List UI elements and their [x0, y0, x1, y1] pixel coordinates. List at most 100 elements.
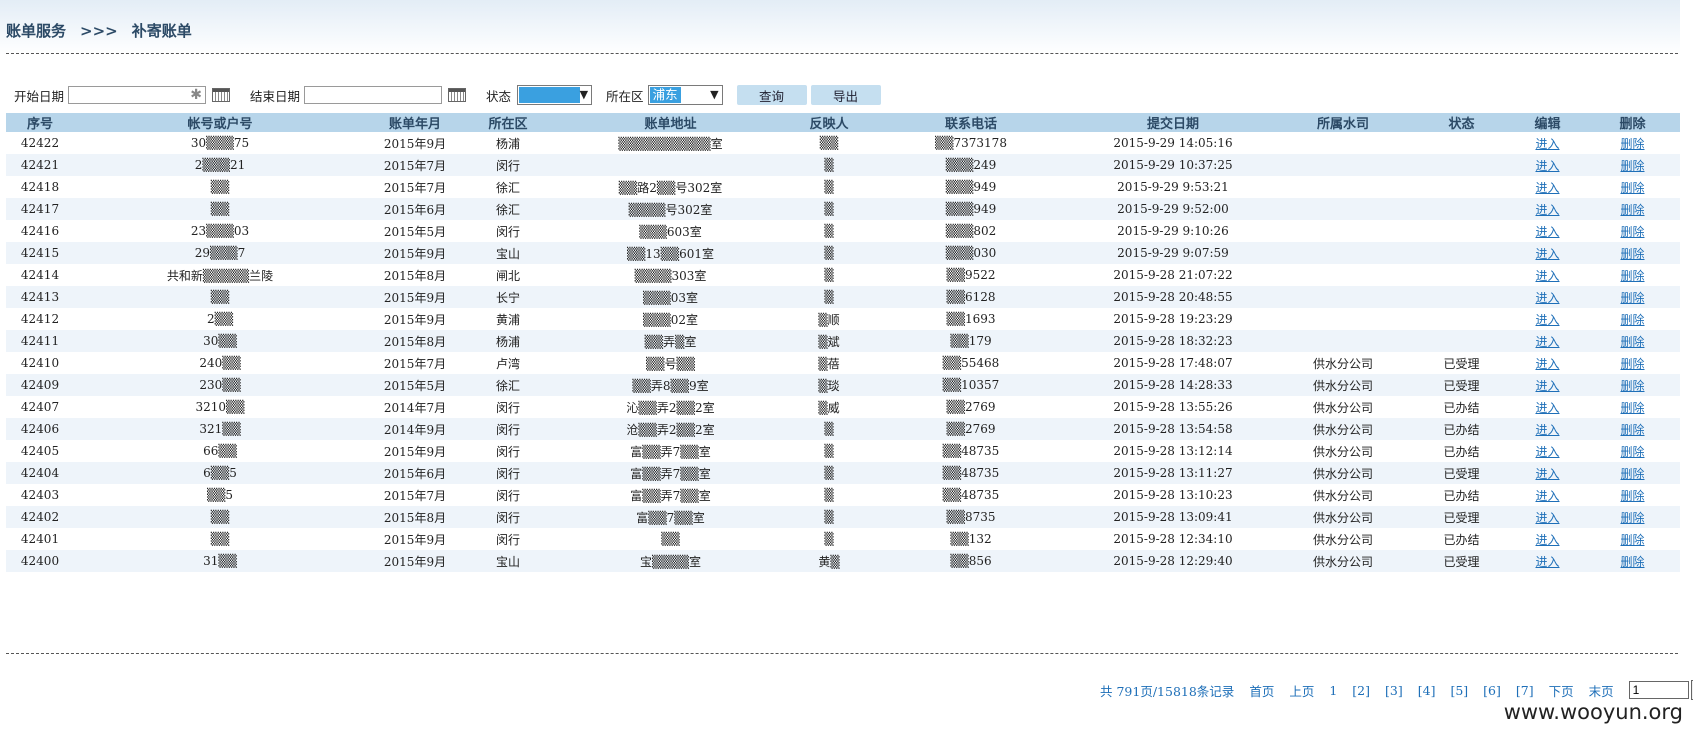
row-account: 30▒▒ — [203, 334, 237, 348]
edit-link-cell: 进入 — [1510, 352, 1585, 374]
table-row: 42401 ▒▒ 2015年9月 闵行 ▒▒ ▒ ▒▒132 2015-9-28 12:34:… — [6, 528, 1680, 550]
calendar-icon[interactable] — [448, 88, 467, 102]
edit-link[interactable]: 进入 — [1535, 137, 1559, 151]
delete-link[interactable]: 删除 — [1620, 137, 1644, 151]
edit-link[interactable]: 进入 — [1535, 423, 1559, 437]
row-address-cell: ▒▒▒02室 — [552, 308, 789, 330]
end-date-input[interactable] — [304, 86, 443, 104]
edit-link[interactable]: 进入 — [1535, 379, 1559, 393]
row-account-cell: 321▒▒ — [74, 418, 366, 440]
table-header-row: 序号 帐号或户号 账单年月 所在区 账单地址 反映人 联系电话 提交日期 所属水司 状态 编辑 删除 — [6, 113, 1680, 132]
page-link[interactable]: [6] — [1483, 683, 1501, 698]
edit-link[interactable]: 进入 — [1535, 401, 1559, 415]
row-account-cell: ▒▒ — [74, 506, 366, 528]
row-district-cell: 闸北 — [464, 264, 552, 286]
edit-link[interactable]: 进入 — [1535, 313, 1559, 327]
edit-link[interactable]: 进入 — [1535, 533, 1559, 547]
edit-link-cell: 进入 — [1510, 550, 1585, 572]
delete-link[interactable]: 删除 — [1620, 401, 1644, 415]
edit-link[interactable]: 进入 — [1535, 247, 1559, 261]
edit-link[interactable]: 进入 — [1535, 335, 1559, 349]
row-id: 42400 — [20, 554, 60, 568]
row-account-cell: 66▒▒ — [74, 440, 366, 462]
delete-link[interactable]: 删除 — [1620, 357, 1644, 371]
row-district-cell: 徐汇 — [464, 198, 552, 220]
delete-link[interactable]: 删除 — [1620, 203, 1644, 217]
edit-link[interactable]: 进入 — [1535, 445, 1559, 459]
table-row: 42411 30▒▒ 2015年8月 杨浦 ▒▒弄▒室 ▒斌 ▒▒179 2015-9-28 … — [6, 330, 1680, 352]
edit-link[interactable]: 进入 — [1535, 269, 1559, 283]
row-address-cell: ▒▒号▒▒ — [552, 352, 789, 374]
row-phone: ▒▒856 — [950, 554, 992, 568]
page-link[interactable]: [5] — [1450, 683, 1468, 698]
page-number-input[interactable] — [1628, 681, 1689, 699]
edit-link[interactable]: 进入 — [1535, 357, 1559, 371]
row-account: 共和新▒▒▒▒▒兰陵 — [166, 268, 274, 283]
last-page-link[interactable]: 末页 — [1589, 681, 1614, 700]
table-row: 42409 230▒▒ 2015年5月 徐汇 ▒▒弄8▒▒9室 ▒琰 ▒▒10357 2015… — [6, 374, 1680, 396]
page-link[interactable]: [3] — [1385, 683, 1403, 698]
row-water-company-cell: 供水分公司 — [1273, 352, 1413, 374]
edit-link[interactable]: 进入 — [1535, 489, 1559, 503]
bill-table: 序号 帐号或户号 账单年月 所在区 账单地址 反映人 联系电话 提交日期 所属水司 状态 编辑 删除 … — [6, 113, 1680, 572]
start-date-input[interactable]: ✱ — [68, 86, 207, 104]
delete-link[interactable]: 删除 — [1620, 489, 1644, 503]
row-address: ▒▒弄▒室 — [644, 334, 697, 349]
delete-link[interactable]: 删除 — [1620, 181, 1644, 195]
row-district: 闵行 — [495, 466, 520, 481]
page-link[interactable]: [4] — [1418, 683, 1436, 698]
row-submit-date-cell: 2015-9-29 9:53:21 — [1073, 176, 1273, 198]
delete-link[interactable]: 删除 — [1620, 335, 1644, 349]
delete-link[interactable]: 删除 — [1620, 159, 1644, 173]
edit-link[interactable]: 进入 — [1535, 181, 1559, 195]
breadcrumb-section[interactable]: 账单服务 — [6, 22, 66, 40]
prev-page-link[interactable]: 上页 — [1289, 681, 1314, 700]
page-link[interactable]: [2] — [1352, 683, 1370, 698]
row-reporter: ▒ — [824, 444, 834, 458]
delete-link[interactable]: 删除 — [1620, 467, 1644, 481]
delete-link[interactable]: 删除 — [1620, 225, 1644, 239]
row-bill-month: 2014年7月 — [383, 400, 447, 415]
row-district: 徐汇 — [495, 180, 520, 195]
edit-link[interactable]: 进入 — [1535, 203, 1559, 217]
delete-link[interactable]: 删除 — [1620, 269, 1644, 283]
export-button[interactable]: 导出 — [810, 85, 881, 105]
table-row: 42400 31▒▒ 2015年9月 宝山 宝▒▒▒▒室 黄▒ ▒▒856 2015-9-28… — [6, 550, 1680, 572]
delete-link[interactable]: 删除 — [1620, 313, 1644, 327]
district-select[interactable]: 浦东 ▼ — [647, 85, 723, 105]
column-header: 账单年月 — [366, 113, 464, 132]
row-bill-month: 2015年9月 — [383, 554, 447, 569]
first-page-link[interactable]: 首页 — [1249, 681, 1274, 700]
row-status-cell — [1413, 308, 1510, 330]
next-page-link[interactable]: 下页 — [1549, 681, 1574, 700]
delete-link[interactable]: 删除 — [1620, 533, 1644, 547]
delete-link[interactable]: 删除 — [1620, 445, 1644, 459]
delete-link[interactable]: 删除 — [1620, 291, 1644, 305]
table-row: 42404 6▒▒5 2015年6月 闵行 富▒▒弄7▒▒室 ▒ ▒▒48735 2015-9… — [6, 462, 1680, 484]
calendar-icon[interactable] — [212, 88, 231, 102]
edit-link[interactable]: 进入 — [1535, 159, 1559, 173]
page-link[interactable]: [7] — [1516, 683, 1534, 698]
page-link[interactable]: 1 — [1329, 683, 1337, 698]
delete-link[interactable]: 删除 — [1620, 511, 1644, 525]
column-header: 联系电话 — [869, 113, 1073, 132]
delete-link[interactable]: 删除 — [1620, 247, 1644, 261]
status-select[interactable]: ▼ — [517, 85, 593, 105]
edit-link-cell: 进入 — [1510, 220, 1585, 242]
row-water-company-cell — [1273, 308, 1413, 330]
delete-link[interactable]: 删除 — [1620, 555, 1644, 569]
delete-link[interactable]: 删除 — [1620, 379, 1644, 393]
row-phone: ▒▒▒249 — [945, 158, 997, 172]
edit-link[interactable]: 进入 — [1535, 291, 1559, 305]
row-id: 42421 — [20, 158, 60, 172]
row-reporter: ▒威 — [818, 400, 840, 415]
row-status-cell — [1413, 286, 1510, 308]
delete-link[interactable]: 删除 — [1620, 423, 1644, 437]
edit-link[interactable]: 进入 — [1535, 511, 1559, 525]
edit-link[interactable]: 进入 — [1535, 555, 1559, 569]
edit-link[interactable]: 进入 — [1535, 467, 1559, 481]
row-id: 42411 — [20, 334, 60, 348]
edit-link[interactable]: 进入 — [1535, 225, 1559, 239]
row-reporter-cell: ▒斌 — [789, 330, 869, 352]
search-button[interactable]: 查询 — [736, 85, 807, 105]
